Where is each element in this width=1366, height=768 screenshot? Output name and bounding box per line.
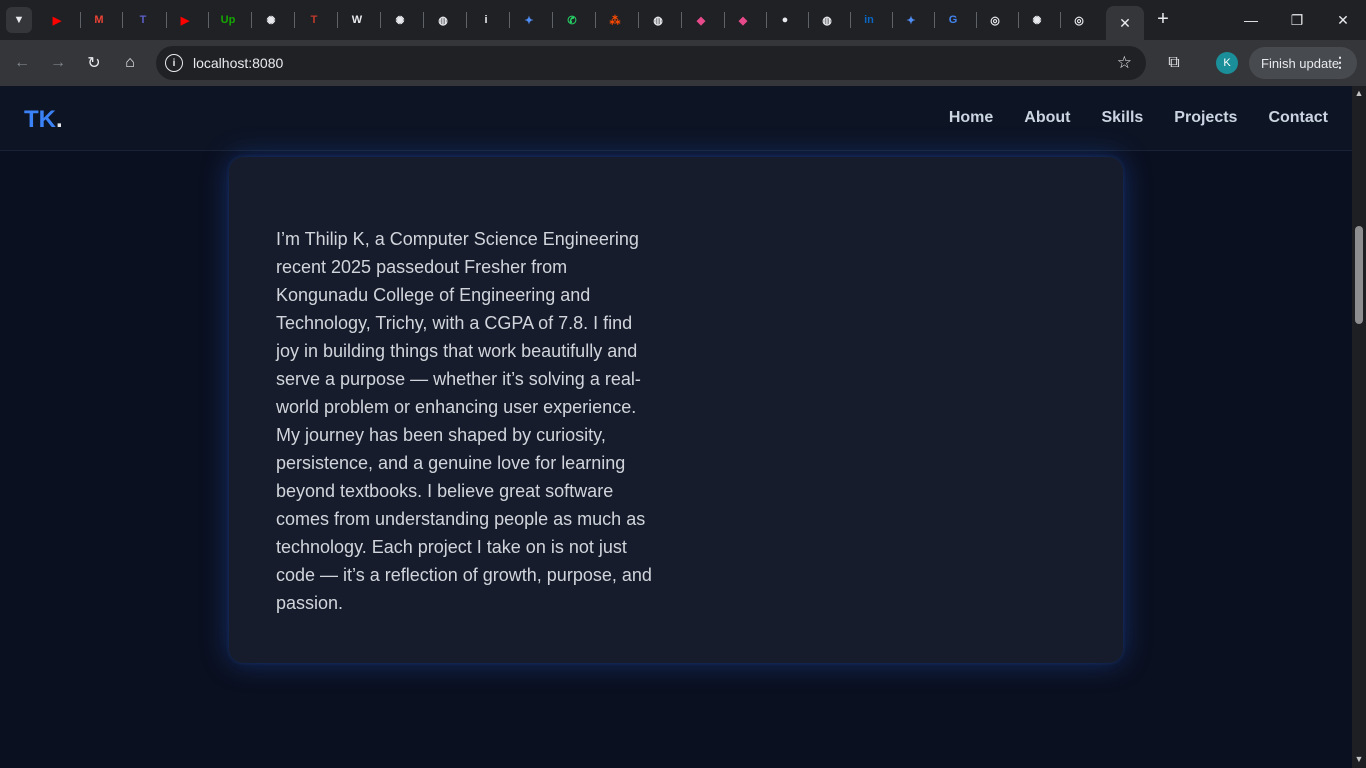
restore-button[interactable]: ❐	[1285, 8, 1309, 32]
tab-separator	[337, 12, 338, 28]
claude-icon[interactable]: ◆	[691, 10, 711, 30]
info-icon[interactable]: i	[476, 10, 496, 30]
about-card: I’m Thilip K, a Computer Science Enginee…	[229, 157, 1123, 663]
whatsapp-icon[interactable]: ✆	[562, 10, 582, 30]
tab-search-button[interactable]: ▼	[6, 7, 32, 33]
teams-icon[interactable]: T	[133, 10, 153, 30]
zapier-icon[interactable]: ⁂	[605, 10, 625, 30]
tab-separator	[681, 12, 682, 28]
site-header: TK. Home About Skills Projects Contact	[0, 86, 1352, 151]
nav-link-projects[interactable]: Projects	[1174, 109, 1237, 127]
gmail-icon[interactable]: M	[89, 10, 109, 30]
nav-link-skills[interactable]: Skills	[1101, 109, 1143, 127]
tab-separator	[80, 12, 81, 28]
logo-text: TK	[24, 106, 56, 133]
profile-avatar[interactable]: K	[1216, 52, 1238, 74]
extensions-icon[interactable]: ⧉	[1162, 51, 1186, 75]
tab-separator	[892, 12, 893, 28]
github-icon[interactable]: ●	[775, 10, 795, 30]
url-text[interactable]: localhost:8080	[193, 55, 283, 71]
active-tab[interactable]: ✕	[1106, 6, 1144, 40]
tab-separator	[380, 12, 381, 28]
page-scrollbar[interactable]: ▲ ▼	[1352, 86, 1366, 768]
chatgpt-icon[interactable]: ✺	[261, 10, 281, 30]
chrome-icon[interactable]: ◎	[985, 10, 1005, 30]
tab-separator	[976, 12, 977, 28]
chrome-icon[interactable]: ◎	[1069, 10, 1089, 30]
t-logo-icon[interactable]: T	[304, 10, 324, 30]
tab-separator	[294, 12, 295, 28]
tab-separator	[850, 12, 851, 28]
tab-separator	[466, 12, 467, 28]
chevron-down-icon: ▼	[13, 14, 25, 26]
finish-update-button[interactable]: Finish update ⋮	[1249, 47, 1357, 79]
linkedin-icon[interactable]: in	[859, 10, 879, 30]
site-nav-links: Home About Skills Projects Contact	[949, 109, 1328, 127]
youtube-icon[interactable]: ▶	[175, 10, 195, 30]
scroll-down-arrow[interactable]: ▼	[1353, 754, 1365, 766]
gemini-icon[interactable]: ✦	[519, 10, 539, 30]
new-tab-button[interactable]: +	[1152, 9, 1174, 31]
nav-link-contact[interactable]: Contact	[1268, 109, 1328, 127]
upwork-icon[interactable]: Up	[218, 10, 238, 30]
tab-separator	[1018, 12, 1019, 28]
tab-separator	[638, 12, 639, 28]
tab-separator	[122, 12, 123, 28]
scroll-up-arrow[interactable]: ▲	[1353, 88, 1365, 100]
site-info-icon[interactable]: i	[165, 54, 183, 72]
globe-icon[interactable]: ◍	[648, 10, 668, 30]
nav-link-about[interactable]: About	[1024, 109, 1070, 127]
claude-icon[interactable]: ◆	[733, 10, 753, 30]
bookmark-star-icon[interactable]: ☆	[1117, 53, 1132, 73]
close-icon[interactable]: ✕	[1119, 15, 1131, 32]
close-window-button[interactable]: ✕	[1331, 8, 1355, 32]
tab-separator	[595, 12, 596, 28]
page-viewport: TK. Home About Skills Projects Contact I’m T…	[0, 86, 1352, 768]
about-paragraph: I’m Thilip K, a Computer Science Enginee…	[276, 229, 652, 613]
google-icon[interactable]: G	[943, 10, 963, 30]
tab-separator	[509, 12, 510, 28]
tab-separator	[208, 12, 209, 28]
browser-toolbar: ← → ↻ ⌂ i localhost:8080 ☆ ⧉ K Finish up…	[0, 40, 1366, 86]
address-bar[interactable]: i localhost:8080 ☆	[156, 46, 1146, 80]
forward-button[interactable]: →	[46, 51, 70, 75]
tab-separator	[934, 12, 935, 28]
finish-update-label: Finish update	[1261, 55, 1340, 71]
tab-separator	[1060, 12, 1061, 28]
youtube-icon[interactable]: ▶	[47, 10, 67, 30]
tab-separator	[423, 12, 424, 28]
globe-icon[interactable]: ◍	[817, 10, 837, 30]
site-logo[interactable]: TK.	[24, 106, 63, 134]
tab-separator	[166, 12, 167, 28]
nav-link-home[interactable]: Home	[949, 109, 993, 127]
minimize-button[interactable]: —	[1239, 8, 1263, 32]
reload-button[interactable]: ↻	[82, 51, 106, 75]
chatgpt-icon[interactable]: ✺	[1027, 10, 1047, 30]
tab-separator	[808, 12, 809, 28]
globe-icon[interactable]: ◍	[433, 10, 453, 30]
tab-separator	[766, 12, 767, 28]
chatgpt-icon[interactable]: ✺	[390, 10, 410, 30]
tab-separator	[251, 12, 252, 28]
tab-separator	[724, 12, 725, 28]
gemini-icon[interactable]: ✦	[901, 10, 921, 30]
home-button[interactable]: ⌂	[118, 51, 142, 75]
wikipedia-icon[interactable]: W	[347, 10, 367, 30]
logo-dot: .	[56, 106, 63, 133]
tab-separator	[552, 12, 553, 28]
scroll-thumb[interactable]	[1355, 226, 1363, 324]
menu-dots-icon[interactable]: ⋮	[1333, 54, 1347, 71]
back-button[interactable]: ←	[10, 51, 34, 75]
browser-tabstrip: ▼ ▶ M T ▶ Up ✺ T W ✺ ◍ i ✦ ✆ ⁂ ◍ ◆ ◆ ● ◍ in ✦ G ◎ ✺ ◎ ✕ + — ❐ ✕	[0, 0, 1366, 40]
